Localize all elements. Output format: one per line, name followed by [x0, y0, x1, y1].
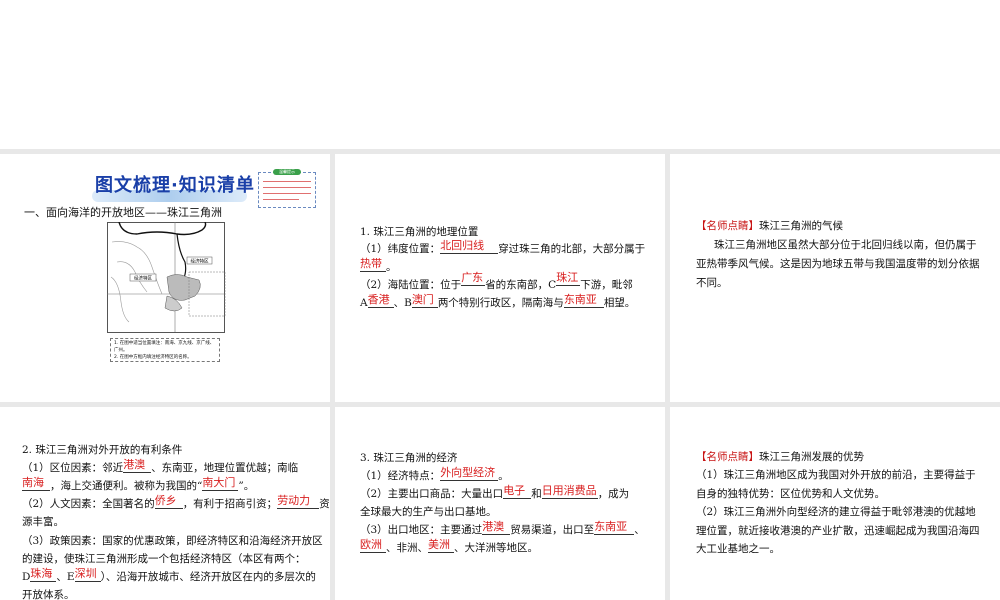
text-line: 开放体系。 — [22, 589, 75, 600]
answer-blank: 深圳 — [74, 567, 101, 582]
section-heading: 2. 珠江三角洲对外开放的有利条件 — [22, 444, 183, 456]
text-line: （1）区位因素：邻近港澳 、东南亚，地理位置优越；南临 — [22, 458, 299, 474]
section-heading: 3. 珠江三角洲的经济 — [360, 452, 458, 464]
slide-thumbnail-6[interactable]: 【名师点睛】珠江三角洲发展的优势 （1）珠江三角洲地区成为我国对外开放的前沿，主… — [670, 407, 1000, 600]
text-line: 自身的独特优势：区位优势和人文优势。 — [696, 488, 885, 500]
answer-blank: 港澳 — [482, 520, 511, 535]
text-line: （3）出口地区：主要通过港澳 贸易渠道，出口至东南亚、 — [360, 520, 645, 536]
answer-blank: 香港 — [367, 293, 394, 308]
text-line: （2）主要出口商品：大量出口电子 和日用消费品，成为 — [360, 484, 630, 500]
answer-blank: 澳门 — [411, 293, 438, 308]
slide-thumbnail-2[interactable]: 1. 珠江三角洲的地理位置 （1）纬度位置：北回归线 穿过珠三角的北部，大部分属于… — [335, 154, 665, 402]
pearl-river-delta-map: 经济特区 经济特区 — [107, 222, 226, 333]
answer-blank: 珠海 — [30, 567, 57, 582]
answer-blank: 广东 — [461, 271, 486, 286]
sez-label-left: 经济特区 — [134, 275, 152, 282]
text-line: （1）珠江三角洲地区成为我国对外开放的前沿，主要得益于 — [696, 469, 976, 481]
text-line: 大工业基地之一。 — [696, 543, 780, 555]
text-line: （1）纬度位置：北回归线 穿过珠三角的北部，大部分属于 — [360, 239, 646, 255]
answer-blank: 东南亚 — [594, 520, 635, 535]
answer-blank: 欧洲 — [360, 538, 386, 553]
answer-blank: 南大门 — [202, 476, 239, 491]
text-line: 理位置，就近接收港澳的产业扩散，迅速崛起成为我国沿海四 — [696, 525, 980, 537]
text-line: 珠江三角洲地区虽然大部分位于北回归线以南，但仍属于 — [714, 239, 977, 251]
text-line: 源丰富。 — [22, 516, 64, 528]
answer-blank: 珠江 — [556, 271, 581, 286]
answer-blank: 东南亚 — [563, 293, 604, 308]
answer-blank: 电子 — [503, 484, 532, 499]
text-line: （1）经济特点：外向型经济。 — [360, 466, 509, 482]
text-line: （2）海陆位置：位于广东省的东南部，C珠江下游，毗邻 — [360, 271, 633, 291]
text-line: 亚热带季风气候。这是因为地球五带与我国温度带的划分依据 — [696, 258, 980, 270]
text-line: （3）政策因素：国家的优惠政策，即经济特区和沿海经济开放区 — [22, 535, 323, 547]
text-line: 全球最大的生产与出口基地。 — [360, 506, 497, 518]
tip-heading: 【名师点睛】珠江三角洲的气候 — [696, 220, 843, 232]
answer-blank: 日用消费品 — [541, 484, 598, 499]
slide-title: 图文梳理·知识清单 — [95, 175, 255, 196]
text-line: 的建设，使珠江三角洲形成一个包括经济特区（本区有两个： — [22, 553, 306, 565]
answer-blank: 热带 — [360, 257, 386, 272]
instruction-line: 2. 在图中方框内填注经济特区的名称。 — [114, 355, 192, 360]
answer-blank: 北回归线 — [440, 239, 499, 254]
instruction-line: 1. 在图中适当位置填注：南海、京九线、京广线、 — [114, 341, 215, 346]
text-line: 欧洲 、非洲、美洲 、大洋洲等地区。 — [360, 538, 538, 554]
slide-thumbnail-5[interactable]: 3. 珠江三角洲的经济 （1）经济特点：外向型经济。 （2）主要出口商品：大量出… — [335, 407, 665, 600]
tip-heading: 【名师点睛】珠江三角洲发展的优势 — [696, 451, 864, 463]
text-line: （2）珠江三角洲外向型经济的建立得益于毗邻港澳的优越地 — [696, 506, 976, 518]
text-line: 南海 ，海上交通便利。被称为我国的“南大门”。 — [22, 476, 255, 492]
section-heading: 一、面向海洋的开放地区——珠江三角洲 — [24, 206, 222, 219]
answer-blank: 南海 — [22, 476, 50, 491]
answer-blank: 侨乡 — [154, 494, 183, 509]
answer-blank: 外向型经济 — [440, 466, 499, 481]
text-line: 热带。 — [360, 257, 397, 273]
slide-thumbnail-3[interactable]: 【名师点睛】珠江三角洲的气候 珠江三角洲地区虽然大部分位于北回归线以南，但仍属于… — [670, 154, 1000, 402]
map-instructions: 1. 在图中适当位置填注：南海、京九线、京广线、 广州。 2. 在图中方框内填注… — [110, 338, 220, 362]
section-heading: 1. 珠江三角洲的地理位置 — [360, 226, 479, 238]
text-line: 不同。 — [696, 277, 728, 289]
answer-blank: 美洲 — [428, 538, 454, 553]
slide-thumbnail-1[interactable]: 图文梳理·知识清单 温馨提示 一、面向海洋的开放地区——珠江三角洲 经济特区 经… — [0, 154, 330, 402]
answer-blank: 劳动力 — [277, 494, 320, 509]
slide-thumbnail-4[interactable]: 2. 珠江三角洲对外开放的有利条件 （1）区位因素：邻近港澳 、东南亚，地理位置优… — [0, 407, 330, 600]
instruction-line: 广州。 — [114, 348, 128, 353]
text-line: A香港 、B澳门 两个特别行政区，隔南海与东南亚 相望。 — [360, 293, 636, 309]
tip-note-box: 温馨提示 — [258, 169, 316, 208]
sez-label-right: 经济特区 — [191, 258, 209, 265]
answer-blank: 港澳 — [123, 458, 152, 473]
tip-note-label: 温馨提示 — [273, 169, 301, 175]
text-line: （2）人文因素：全国著名的侨乡 ，有利于招商引资；劳动力资 — [22, 494, 330, 510]
text-line: D珠海 、E深圳 ）、沿海开放城市、经济开放区在内的多层次的 — [22, 567, 316, 583]
